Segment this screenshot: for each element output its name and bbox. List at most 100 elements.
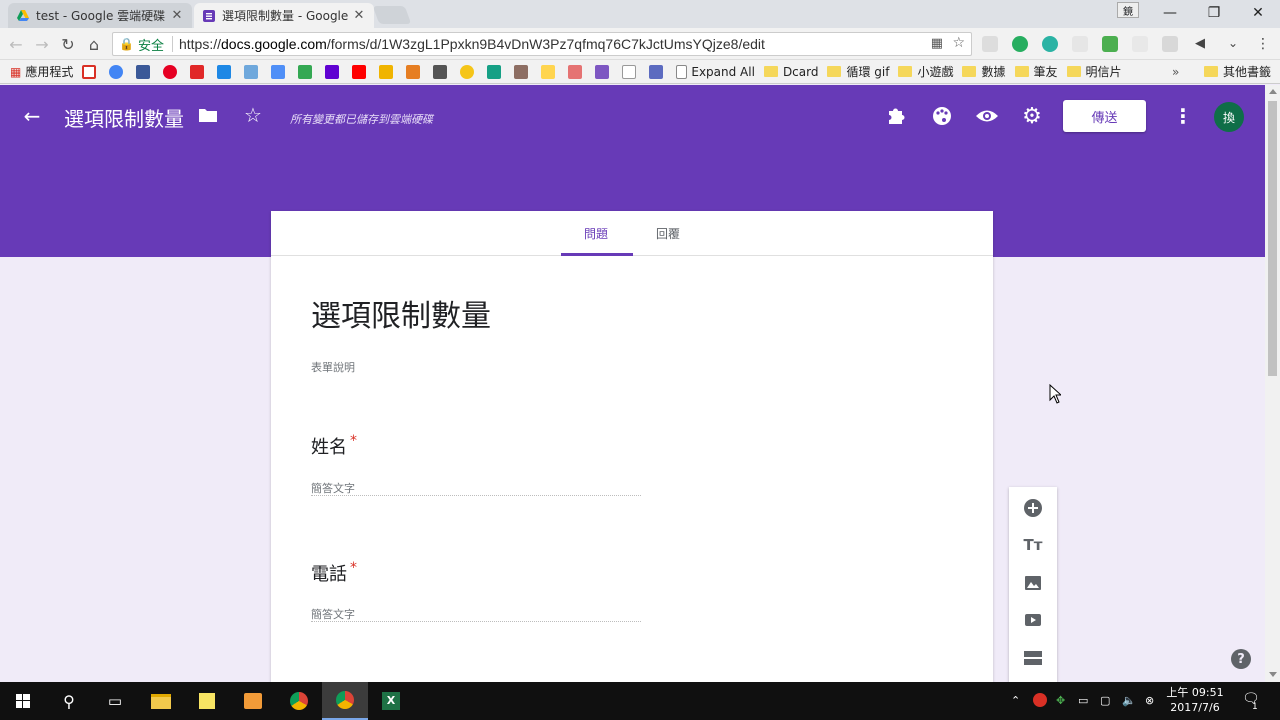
bookmark-icon[interactable] <box>514 64 532 79</box>
bookmark-other[interactable]: 其他書籤 <box>1204 63 1271 80</box>
tab-questions[interactable]: 問題 <box>584 225 608 242</box>
flipboard-icon[interactable] <box>190 64 208 79</box>
chrome-menu-icon[interactable]: ⋮ <box>1256 36 1272 52</box>
bookmark-icon[interactable] <box>487 64 505 79</box>
home-icon[interactable]: ⌂ <box>84 34 104 54</box>
file-explorer-icon[interactable] <box>138 682 184 720</box>
form-doc-title[interactable]: 選項限制數量 <box>64 103 184 132</box>
windows-start-icon[interactable] <box>0 682 46 720</box>
bookmark-star-icon[interactable]: ☆ <box>952 35 965 51</box>
bookmark-icon[interactable] <box>406 64 424 79</box>
chrome-active-icon[interactable] <box>322 682 368 720</box>
palette-icon[interactable] <box>931 105 953 127</box>
bookmark-folder[interactable]: Dcard <box>763 65 818 79</box>
scroll-down-icon[interactable] <box>1269 672 1277 677</box>
bookmark-folder[interactable]: 小遊戲 <box>898 63 953 80</box>
bookmark-folder[interactable]: 數據 <box>962 63 1006 80</box>
chrome-icon[interactable] <box>276 682 322 720</box>
ime-icon[interactable]: ⊗ <box>1145 694 1154 707</box>
question-title[interactable]: 電話 * <box>311 560 357 586</box>
gmail-icon[interactable] <box>82 64 100 79</box>
checkmark-extension-icon[interactable] <box>1072 36 1088 52</box>
bookmark-folder[interactable]: 明信片 <box>1066 63 1122 80</box>
restore-icon[interactable]: ❐ <box>1192 0 1236 26</box>
mail-icon[interactable] <box>244 64 262 79</box>
tab-responses[interactable]: 回覆 <box>656 225 680 242</box>
reload-icon[interactable]: ↻ <box>58 34 78 54</box>
form-title[interactable]: 選項限制數量 <box>311 291 491 335</box>
bookmark-icon[interactable] <box>568 64 586 79</box>
bookmark-icon[interactable] <box>460 64 478 79</box>
sticky-notes-icon[interactable] <box>184 682 230 720</box>
address-bar[interactable]: 🔒 安全 https://docs.google.com/forms/d/1W3… <box>112 32 972 56</box>
star-icon[interactable]: ☆ <box>242 103 264 127</box>
dropbox-tray-icon[interactable]: ✥ <box>1056 694 1065 707</box>
addon-puzzle-icon[interactable] <box>886 105 908 127</box>
tray-chevron-up-icon[interactable]: ⌃ <box>1011 694 1020 707</box>
speaker-extension-icon[interactable]: ◀ <box>1195 36 1211 52</box>
bookmark-apps[interactable]: ▦ 應用程式 <box>10 63 73 80</box>
bookmark-icon[interactable] <box>595 64 613 79</box>
browser-tab-forms[interactable]: 選項限制數量 - Google 表單 ✕ <box>194 3 374 28</box>
page-scrollbar[interactable] <box>1265 85 1280 682</box>
close-tab-icon[interactable]: ✕ <box>352 8 366 23</box>
window-close-icon[interactable]: ✕ <box>1236 0 1280 26</box>
bookmark-icon[interactable] <box>541 64 559 79</box>
yahoo-icon[interactable] <box>325 64 343 79</box>
bookmark-folder[interactable]: 筆友 <box>1014 63 1058 80</box>
add-title-icon[interactable]: Tт <box>1021 533 1045 557</box>
youtube-icon[interactable] <box>352 64 370 79</box>
settings-gear-icon[interactable]: ⚙ <box>1020 103 1044 129</box>
wikipedia-icon[interactable] <box>622 64 640 79</box>
photo-icon[interactable] <box>298 64 316 79</box>
close-tab-icon[interactable]: ✕ <box>170 8 184 23</box>
facebook-icon[interactable] <box>136 64 154 79</box>
add-section-icon[interactable] <box>1021 646 1045 670</box>
extension-icon[interactable] <box>1132 36 1148 52</box>
scroll-up-icon[interactable] <box>1269 89 1277 94</box>
bookmark-folder[interactable]: 循環 gif <box>827 63 889 80</box>
extension-icon[interactable] <box>1102 36 1118 52</box>
search-icon[interactable]: ⚲ <box>46 682 92 720</box>
back-icon[interactable]: ← <box>6 34 26 54</box>
gmail-tray-icon[interactable] <box>1033 693 1047 707</box>
bookmark-expand-all[interactable]: Expand All <box>676 64 755 79</box>
more-options-icon[interactable]: ⋮ <box>1173 103 1193 129</box>
extension-icon[interactable] <box>1042 36 1058 52</box>
google-icon[interactable] <box>109 64 127 79</box>
profile-badge[interactable]: 鏡 <box>1117 2 1139 18</box>
chevron-down-icon[interactable]: ⌄ <box>1228 36 1244 52</box>
media-player-icon[interactable] <box>230 682 276 720</box>
add-question-icon[interactable] <box>1021 496 1045 520</box>
forward-icon[interactable]: → <box>32 34 52 54</box>
s-icon[interactable] <box>379 64 397 79</box>
avatar[interactable]: 換 <box>1214 102 1244 132</box>
excel-icon[interactable]: X <box>368 682 414 720</box>
new-tab-button[interactable] <box>372 6 412 24</box>
star-bookmark-icon[interactable] <box>649 64 667 79</box>
bookmarks-overflow-icon[interactable]: » <box>1172 65 1179 79</box>
folder-icon[interactable] <box>198 107 218 123</box>
task-view-icon[interactable]: ▭ <box>92 682 138 720</box>
extension-icon[interactable] <box>982 36 998 52</box>
dict-icon[interactable] <box>217 64 235 79</box>
extension-icon[interactable] <box>1162 36 1178 52</box>
qr-code-icon[interactable]: ▦ <box>931 36 943 51</box>
browser-tab-drive[interactable]: test - Google 雲端硬碟 ✕ <box>8 3 192 28</box>
send-button[interactable]: 傳送 <box>1063 100 1146 132</box>
volume-icon[interactable]: 🔈 <box>1122 694 1136 707</box>
back-arrow-icon[interactable]: ← <box>22 104 42 128</box>
bookmark-icon[interactable] <box>433 64 451 79</box>
network-icon[interactable]: ▢ <box>1100 694 1110 707</box>
add-image-icon[interactable] <box>1021 571 1045 595</box>
system-clock[interactable]: 上午 09:51 2017/7/6 <box>1163 685 1227 715</box>
minimize-icon[interactable]: — <box>1148 0 1192 26</box>
form-description[interactable]: 表單說明 <box>311 359 355 375</box>
help-icon[interactable]: ? <box>1231 649 1251 669</box>
scrollbar-thumb[interactable] <box>1268 101 1277 376</box>
battery-icon[interactable]: ▭ <box>1078 694 1088 707</box>
grammarly-icon[interactable] <box>1012 36 1028 52</box>
add-video-icon[interactable] <box>1021 608 1045 632</box>
translate-icon[interactable] <box>271 64 289 79</box>
preview-eye-icon[interactable] <box>975 106 999 126</box>
